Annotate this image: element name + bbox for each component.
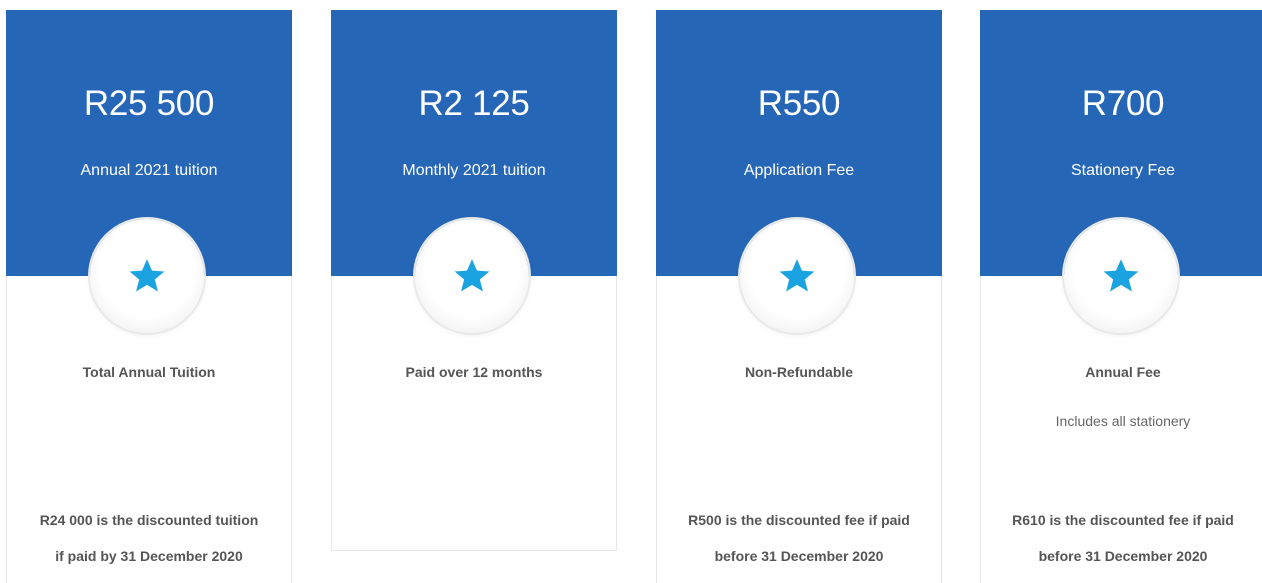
plan-title: Monthly 2021 tuition <box>402 162 546 179</box>
feature-text: Annual Fee <box>1085 364 1161 380</box>
discount-note-line-2: before 31 December 2020 <box>1038 548 1208 564</box>
price-amount: R700 <box>1081 84 1165 123</box>
pricing-card-stationery-fee: R700 Stationery Fee Annual Fee Includes … <box>980 10 1262 583</box>
price-amount: R2 125 <box>418 84 530 123</box>
discount-note-line-1: R24 000 is the discounted tuition <box>39 512 259 528</box>
feature-text: Paid over 12 months <box>405 364 543 380</box>
plan-title: Annual 2021 tuition <box>80 162 218 179</box>
star-icon <box>129 259 165 292</box>
discount-note-line-1: R610 is the discounted fee if paid <box>1012 512 1234 528</box>
icon-badge <box>90 219 204 333</box>
price-amount: R550 <box>757 84 841 123</box>
discount-note-line-1: R500 is the discounted fee if paid <box>688 512 910 528</box>
price-amount: R25 500 <box>83 84 215 123</box>
pricing-card-monthly-tuition: R2 125 Monthly 2021 tuition Paid over 12… <box>331 10 617 551</box>
feature-subnote: Includes all stationery <box>1055 413 1191 429</box>
pricing-card-annual-tuition: R25 500 Annual 2021 tuition Total Annual… <box>6 10 292 583</box>
plan-title: Application Fee <box>743 162 855 179</box>
feature-text: Total Annual Tuition <box>82 364 216 380</box>
star-icon <box>454 259 490 292</box>
icon-badge <box>740 219 854 333</box>
discount-note-line-2: if paid by 31 December 2020 <box>55 548 243 564</box>
icon-badge <box>415 219 529 333</box>
discount-note-line-2: before 31 December 2020 <box>714 548 884 564</box>
star-icon <box>1103 259 1139 292</box>
star-icon <box>779 259 815 292</box>
pricing-card-application-fee: R550 Application Fee Non-Refundable R500… <box>656 10 942 583</box>
plan-title: Stationery Fee <box>1070 162 1176 179</box>
pricing-row: R25 500 Annual 2021 tuition Total Annual… <box>0 0 1262 583</box>
feature-text: Non-Refundable <box>744 364 854 380</box>
icon-badge <box>1064 219 1178 333</box>
